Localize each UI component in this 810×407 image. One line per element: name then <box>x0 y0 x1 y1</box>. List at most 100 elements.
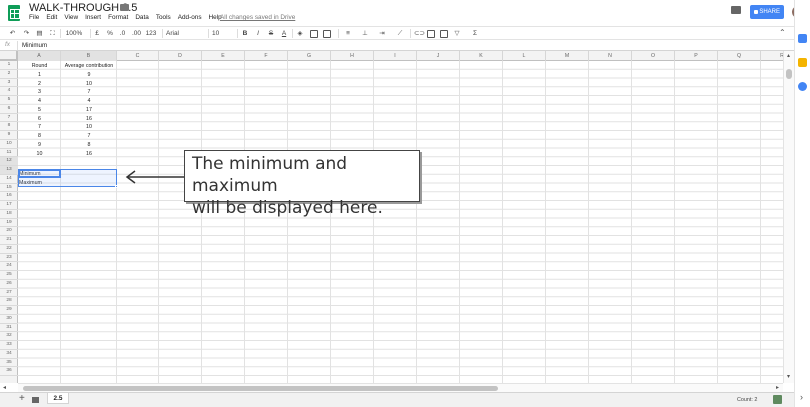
table-cell-contribution[interactable]: 7 <box>61 132 117 141</box>
cell-B1[interactable]: Average contribution <box>61 62 117 71</box>
sheet-tab[interactable]: 2.5 <box>47 393 69 404</box>
horizontal-align-icon[interactable]: ≡ <box>343 28 353 40</box>
table-cell-contribution[interactable]: 16 <box>61 115 117 124</box>
print-icon[interactable]: ▤ <box>35 28 44 40</box>
table-cell-round[interactable]: 10 <box>18 150 61 159</box>
column-header-B[interactable]: B <box>61 51 117 61</box>
row-header-24[interactable]: 24 <box>0 262 18 271</box>
functions-button[interactable]: Σ <box>470 28 480 40</box>
add-sheet-icon[interactable]: + <box>19 393 25 404</box>
column-header-D[interactable]: D <box>159 51 202 61</box>
insert-chart-icon[interactable] <box>440 30 448 38</box>
explore-icon[interactable] <box>773 395 782 404</box>
menu-view[interactable]: View <box>64 14 78 24</box>
table-cell-contribution[interactable]: 7 <box>61 88 117 97</box>
horizontal-scroll-thumb[interactable] <box>23 386 498 391</box>
select-all-corner[interactable] <box>0 51 18 61</box>
column-header-J[interactable]: J <box>417 51 460 61</box>
row-header-17[interactable]: 17 <box>0 201 18 210</box>
zoom-select[interactable]: 100% <box>64 28 84 40</box>
column-header-G[interactable]: G <box>288 51 331 61</box>
row-header-4[interactable]: 4 <box>0 87 18 96</box>
column-header-C[interactable]: C <box>117 51 159 61</box>
collapse-toolbar-icon[interactable]: ⌃ <box>779 28 786 37</box>
table-cell-round[interactable]: 2 <box>18 80 61 89</box>
menu-addons[interactable]: Add-ons <box>178 14 202 24</box>
table-cell-round[interactable]: 4 <box>18 97 61 106</box>
star-icon[interactable]: ☆ <box>108 3 116 14</box>
keep-icon[interactable] <box>798 58 807 67</box>
decrease-decimal-button[interactable]: .0 <box>118 28 127 40</box>
table-cell-contribution[interactable]: 10 <box>61 80 117 89</box>
expand-panel-icon[interactable]: › <box>800 392 803 402</box>
column-header-N[interactable]: N <box>589 51 632 61</box>
text-rotation-icon[interactable]: ⟋ <box>395 28 405 40</box>
vertical-scroll-thumb[interactable] <box>786 69 792 79</box>
row-header-16[interactable]: 16 <box>0 192 18 201</box>
row-header-34[interactable]: 34 <box>0 350 18 359</box>
text-color-button[interactable]: A <box>280 28 288 40</box>
table-cell-contribution[interactable]: 4 <box>61 97 117 106</box>
row-header-9[interactable]: 9 <box>0 131 18 140</box>
menu-format[interactable]: Format <box>108 14 128 24</box>
row-header-20[interactable]: 20 <box>0 227 18 236</box>
formula-input[interactable]: Minimum <box>22 42 47 49</box>
column-header-P[interactable]: P <box>675 51 718 61</box>
text-wrap-icon[interactable]: ⇥ <box>377 28 387 40</box>
column-header-H[interactable]: H <box>331 51 374 61</box>
undo-icon[interactable]: ↶ <box>8 28 17 40</box>
table-cell-round[interactable]: 6 <box>18 115 61 124</box>
redo-icon[interactable]: ↷ <box>22 28 31 40</box>
menu-data[interactable]: Data <box>135 14 149 24</box>
row-header-12[interactable]: 12 <box>0 157 18 166</box>
table-cell-contribution[interactable]: 9 <box>61 71 117 80</box>
table-cell-round[interactable]: 9 <box>18 141 61 150</box>
row-header-8[interactable]: 8 <box>0 122 18 131</box>
vertical-scrollbar[interactable]: ▴ ▾ <box>783 51 794 383</box>
vertical-align-icon[interactable]: ⊥ <box>360 28 370 40</box>
percent-button[interactable]: % <box>106 28 114 40</box>
row-header-11[interactable]: 11 <box>0 149 18 158</box>
currency-button[interactable]: £ <box>93 28 101 40</box>
row-header-30[interactable]: 30 <box>0 315 18 324</box>
column-header-A[interactable]: A <box>18 51 61 61</box>
row-header-2[interactable]: 2 <box>0 70 18 79</box>
menu-insert[interactable]: Insert <box>85 14 101 24</box>
all-sheets-icon[interactable] <box>32 397 39 403</box>
column-header-L[interactable]: L <box>503 51 546 61</box>
scroll-right-icon[interactable]: ▸ <box>776 384 779 391</box>
increase-decimal-button[interactable]: .00 <box>131 28 142 40</box>
tasks-icon[interactable] <box>798 82 807 91</box>
row-header-3[interactable]: 3 <box>0 79 18 88</box>
menu-file[interactable]: File <box>29 14 39 24</box>
row-header-19[interactable]: 19 <box>0 219 18 228</box>
table-cell-round[interactable]: 1 <box>18 71 61 80</box>
row-header-7[interactable]: 7 <box>0 114 18 123</box>
scroll-up-icon[interactable]: ▴ <box>787 52 790 59</box>
table-cell-round[interactable]: 8 <box>18 132 61 141</box>
row-header-5[interactable]: 5 <box>0 96 18 105</box>
table-cell-contribution[interactable]: 17 <box>61 106 117 115</box>
row-header-31[interactable]: 31 <box>0 324 18 333</box>
link-icon[interactable]: ⊂⊃ <box>414 28 425 40</box>
row-header-25[interactable]: 25 <box>0 271 18 280</box>
scroll-down-icon[interactable]: ▾ <box>787 373 790 380</box>
menu-tools[interactable]: Tools <box>156 14 171 24</box>
row-header-18[interactable]: 18 <box>0 210 18 219</box>
row-header-28[interactable]: 28 <box>0 297 18 306</box>
row-header-13[interactable]: 13 <box>0 166 18 175</box>
table-cell-round[interactable]: 5 <box>18 106 61 115</box>
menu-edit[interactable]: Edit <box>46 14 57 24</box>
row-header-10[interactable]: 10 <box>0 140 18 149</box>
row-header-29[interactable]: 29 <box>0 306 18 315</box>
column-header-I[interactable]: I <box>374 51 417 61</box>
comments-icon[interactable] <box>731 6 741 14</box>
font-size-select[interactable]: 10 <box>212 28 228 40</box>
font-select[interactable]: Arial <box>166 28 196 40</box>
paint-format-icon[interactable]: ⛶ <box>48 28 57 40</box>
table-cell-round[interactable]: 3 <box>18 88 61 97</box>
save-status[interactable]: All changes saved in Drive <box>220 14 295 21</box>
column-header-K[interactable]: K <box>460 51 503 61</box>
row-header-15[interactable]: 15 <box>0 184 18 193</box>
borders-icon[interactable] <box>310 30 318 38</box>
